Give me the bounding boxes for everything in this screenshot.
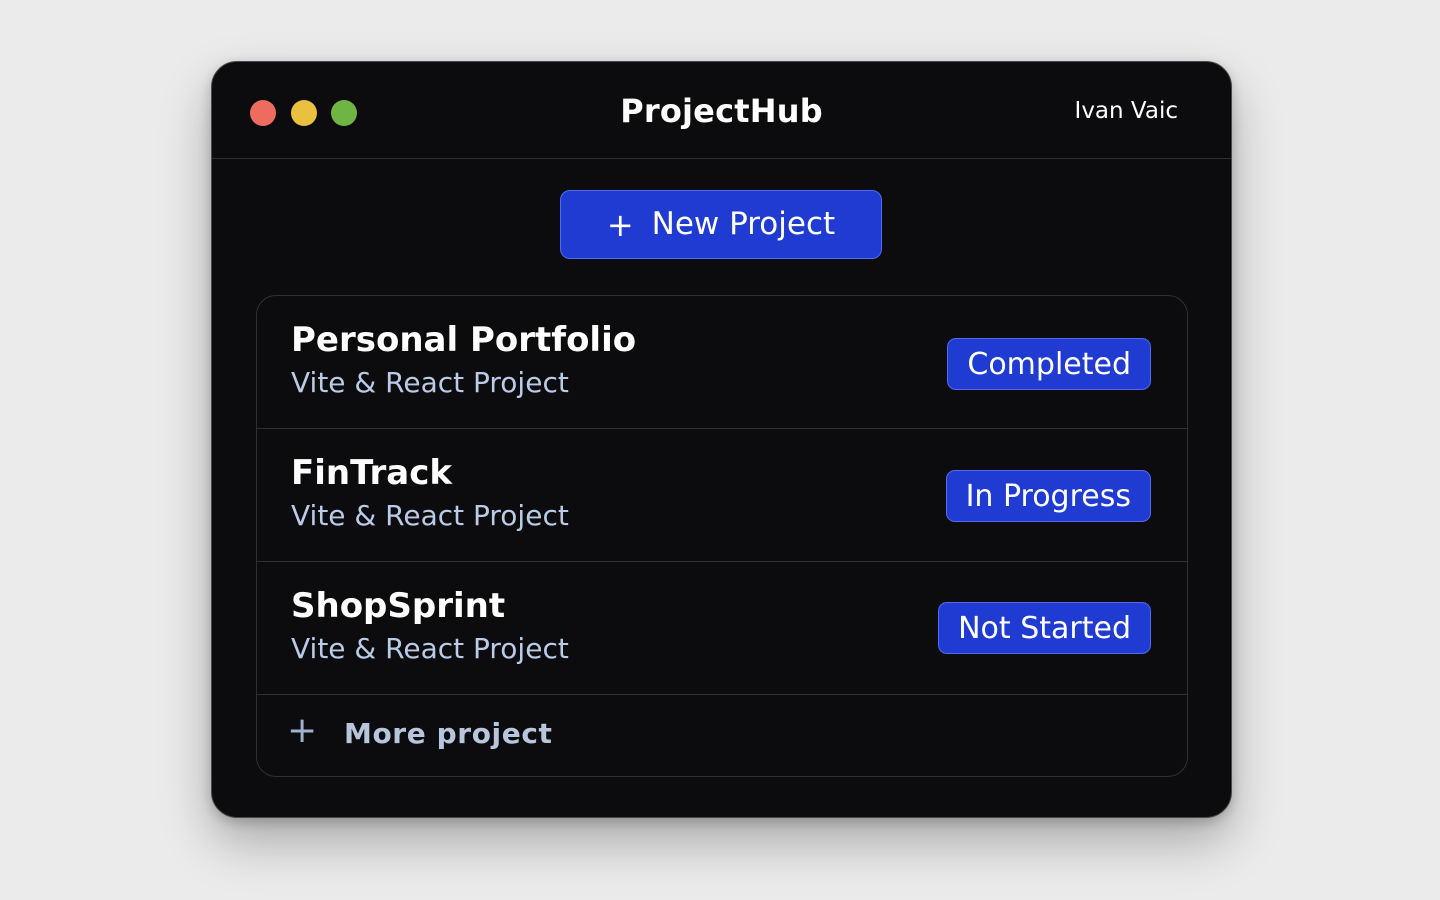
project-name: FinTrack xyxy=(291,453,453,493)
more-project-label: More project xyxy=(344,717,553,750)
user-name[interactable]: Ivan Vaic xyxy=(1075,98,1178,124)
status-badge[interactable]: In Progress xyxy=(945,470,1151,522)
plus-icon: + xyxy=(287,710,318,751)
status-badge[interactable]: Completed xyxy=(947,338,1151,390)
project-subtitle: Vite & React Project xyxy=(291,632,569,665)
status-badge[interactable]: Not Started xyxy=(938,602,1151,654)
title-bar: ProjectHub Ivan Vaic xyxy=(212,62,1231,159)
plus-icon: + xyxy=(606,205,634,244)
project-name: ShopSprint xyxy=(291,586,506,626)
project-subtitle: Vite & React Project xyxy=(291,366,569,399)
new-project-label: New Project xyxy=(651,206,836,242)
project-list: Personal Portfolio Vite & React Project … xyxy=(256,295,1188,777)
project-row[interactable]: ShopSprint Vite & React Project Not Star… xyxy=(257,562,1187,695)
project-name: Personal Portfolio xyxy=(291,320,637,360)
project-row[interactable]: FinTrack Vite & React Project In Progres… xyxy=(257,429,1187,562)
more-project-button[interactable]: + More project xyxy=(257,695,1187,776)
project-row[interactable]: Personal Portfolio Vite & React Project … xyxy=(257,296,1187,429)
new-project-button[interactable]: + New Project xyxy=(560,190,882,259)
app-window: ProjectHub Ivan Vaic + New Project Perso… xyxy=(211,61,1232,818)
project-subtitle: Vite & React Project xyxy=(291,499,569,532)
